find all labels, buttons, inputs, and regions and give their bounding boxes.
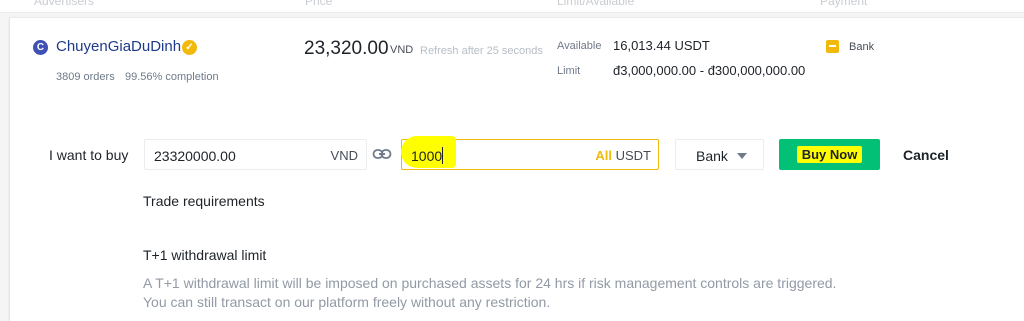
available-label: Available (557, 40, 602, 52)
advertiser-orders: 3809 orders (56, 71, 115, 83)
t1-limit-description-line1: A T+1 withdrawal limit will be imposed o… (143, 275, 837, 291)
advertiser-completion: 99.56% completion (125, 71, 219, 83)
advertiser-avatar[interactable]: C (33, 40, 48, 55)
refresh-countdown: Refresh after 25 seconds (420, 45, 543, 57)
payment-method: Bank (849, 41, 875, 53)
advertiser-name[interactable]: ChuyenGiaDuDinh (56, 38, 181, 55)
cancel-button[interactable]: Cancel (903, 147, 949, 163)
trade-requirements-title: Trade requirements (143, 193, 265, 209)
t1-limit-title: T+1 withdrawal limit (143, 247, 267, 263)
fiat-currency: VND (330, 148, 358, 163)
want-to-buy-label: I want to buy (49, 147, 129, 163)
price-currency: VND (390, 44, 414, 56)
available-value: 16,013.44 USDT (613, 38, 710, 53)
all-button[interactable]: All (595, 148, 612, 163)
payment-method-select[interactable]: Bank (675, 139, 764, 170)
expanded-ad-card: C ChuyenGiaDuDinh ✓ 3809 orders 99.56% c… (10, 18, 1024, 321)
fiat-amount-input[interactable]: 23320000.00 VND (144, 139, 367, 170)
header-payment: Payment (820, 0, 868, 8)
payment-select-value: Bank (696, 148, 728, 164)
crypto-amount-value: 1000 (411, 148, 443, 164)
link-icon[interactable] (372, 147, 392, 161)
buy-now-button[interactable]: Buy Now (779, 139, 880, 170)
fiat-amount-value: 23320000.00 (154, 148, 236, 164)
bank-card-icon (826, 40, 839, 53)
ad-price: 23,320.00 (304, 38, 389, 59)
limit-value: đ3,000,000.00 - đ300,000,000.00 (613, 63, 806, 78)
header-price: Price (305, 0, 333, 8)
buy-now-label: Buy Now (796, 146, 863, 163)
verified-badge-icon: ✓ (182, 40, 197, 55)
text-cursor (442, 147, 443, 164)
header-advertisers: Advertisers (34, 0, 95, 8)
header-limit-available: Limit/Available (557, 0, 635, 8)
chevron-down-icon (737, 153, 747, 159)
table-header: Advertisers Price Limit/Available Paymen… (0, 0, 1024, 13)
crypto-currency: USDT (615, 148, 651, 163)
crypto-amount-input[interactable]: 1000 All USDT (401, 136, 659, 170)
limit-label: Limit (557, 65, 581, 77)
t1-limit-description-line2: You can still transact on our platform f… (143, 294, 551, 310)
